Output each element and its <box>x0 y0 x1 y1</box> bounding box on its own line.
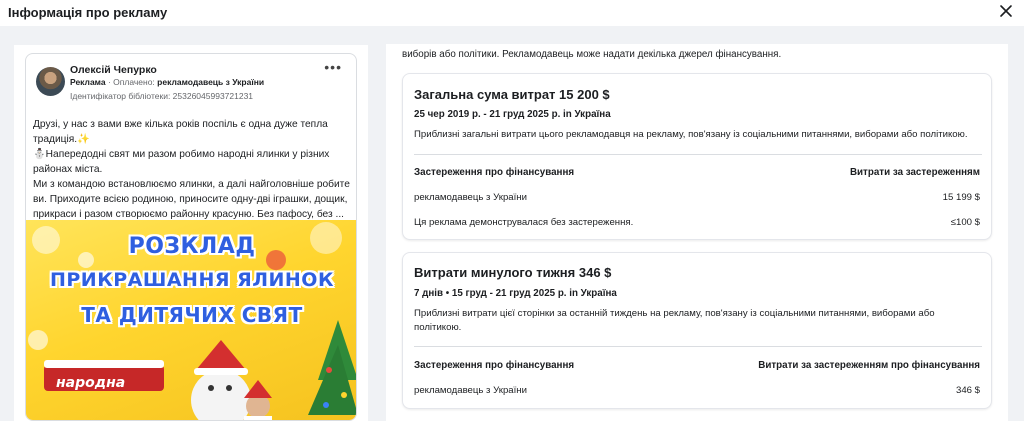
post-text: Друзі, у нас з вами вже кілька років пос… <box>33 117 351 222</box>
disclaimer-row-label: рекламодавець з України <box>414 385 527 396</box>
disclaimer-column-header: Застереження про фінансування <box>414 167 575 178</box>
library-id: Ідентифікатор бібліотеки: 25326045993721… <box>70 91 254 101</box>
ad-image-title: РОЗКЛАД <box>128 234 256 259</box>
panel-divider <box>376 26 386 421</box>
post-meta: Реклама · Оплачено: рекламодавець з Укра… <box>70 77 264 87</box>
avatar[interactable] <box>36 67 65 96</box>
dialog-header: Інформація про рекламу <box>0 0 1024 26</box>
total-spend-dates: 25 чер 2019 р. - 21 груд 2025 р. in Укра… <box>414 109 611 120</box>
payer-name: рекламодавець з України <box>157 77 265 87</box>
disclaimer-column-header: Застереження про фінансування <box>414 360 575 371</box>
ad-image-sign: народна <box>56 375 126 391</box>
post-author[interactable]: Олексій Чепурко <box>70 64 157 76</box>
weekly-spend-dates: 7 днів • 15 груд - 21 груд 2025 р. in Ук… <box>414 288 617 299</box>
spend-column-header: Витрати за застереженням про фінансуванн… <box>758 360 980 371</box>
divider <box>414 154 982 155</box>
post-text-line: ⛄Напередодні свят ми разом робимо народн… <box>33 149 333 175</box>
total-spend-heading: Загальна сума витрат 15 200 $ <box>414 87 610 102</box>
weekly-spend-description: Приблизні витрати цієї сторінки за остан… <box>414 308 935 333</box>
disclaimer-row-label: Ця реклама демонструвалася без застереже… <box>414 217 634 228</box>
close-icon[interactable] <box>998 3 1014 19</box>
disclaimer-row-value: 15 199 $ <box>942 192 980 203</box>
weekly-spend-heading: Витрати минулого тижня 346 $ <box>414 265 612 280</box>
disclaimer-row-value: 346 $ <box>955 385 980 396</box>
total-spend-card: Загальна сума витрат 15 200 $ 25 чер 201… <box>402 73 992 240</box>
ad-image-subtitle-2: ТА ДИТЯЧИХ СВЯТ <box>81 303 303 327</box>
more-options-icon[interactable]: ••• <box>324 59 342 75</box>
dialog-title: Інформація про рекламу <box>8 5 168 20</box>
divider <box>414 346 982 347</box>
disclaimer-row-label: рекламодавець з України <box>414 192 527 203</box>
spend-column-header: Витрати за застереженням <box>849 167 980 178</box>
post-text-line: Ми з командою встановлюємо ялинки, а дал… <box>33 179 353 220</box>
weekly-spend-card: Витрати минулого тижня 346 $ 7 днів • 15… <box>402 252 992 409</box>
post-text-line: Друзі, у нас з вами вже кілька років пос… <box>33 119 331 145</box>
ad-creative-image[interactable]: РОЗКЛАД ПРИКРАШАННЯ ЯЛИНОК ТА ДИТЯЧИХ СВ… <box>26 220 356 420</box>
ad-post-card: Олексій Чепурко Реклама · Оплачено: рекл… <box>25 53 357 421</box>
ad-image-subtitle: ПРИКРАШАННЯ ЯЛИНОК <box>49 269 334 291</box>
paid-by-prefix: · Оплачено: <box>107 77 158 87</box>
sponsored-label: Реклама <box>70 77 106 87</box>
intro-text: виборів або політики. Рекламодавець може… <box>402 49 782 60</box>
disclaimer-row-value: ≤100 $ <box>950 217 980 228</box>
total-spend-description: Приблизні загальні витрати цього рекламо… <box>414 129 968 140</box>
